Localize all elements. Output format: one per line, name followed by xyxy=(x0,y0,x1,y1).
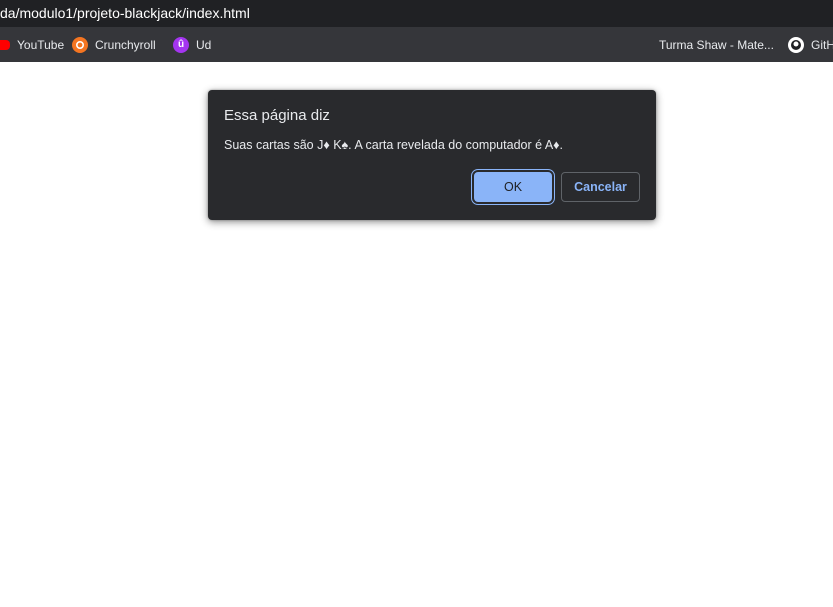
bookmark-crunchyroll[interactable]: Crunchyroll xyxy=(72,27,156,62)
page-content: Essa página diz Suas cartas são J♦ K♠. A… xyxy=(0,62,833,607)
bookmark-label: Turma Shaw - Mate... xyxy=(659,37,774,52)
bookmark-label: YouTube xyxy=(17,37,65,52)
bookmark-github[interactable]: GitH xyxy=(788,27,833,62)
bookmark-label: Crunchyroll xyxy=(95,37,156,52)
crunchyroll-icon xyxy=(72,36,88,53)
bookmark-youtube[interactable]: YouTube xyxy=(0,27,64,62)
ok-button[interactable]: OK xyxy=(474,172,552,202)
address-bar[interactable]: da/modulo1/projeto-blackjack/index.html xyxy=(0,0,833,27)
bookmark-label: GitH xyxy=(811,37,833,52)
bookmarks-bar: YouTube Crunchyroll û Ud Turma Shaw - Ma… xyxy=(0,27,833,62)
bookmark-turma-shaw[interactable]: Turma Shaw - Mate... xyxy=(659,27,774,62)
bookmark-udemy[interactable]: û Ud xyxy=(173,27,211,62)
github-icon xyxy=(788,36,804,53)
dialog-message: Suas cartas são J♦ K♠. A carta revelada … xyxy=(224,138,564,152)
bookmark-label: Ud xyxy=(196,37,212,52)
udemy-icon: û xyxy=(173,36,189,53)
url-text[interactable]: da/modulo1/projeto-blackjack/index.html xyxy=(0,0,250,27)
cancel-button[interactable]: Cancelar xyxy=(561,172,640,202)
youtube-icon xyxy=(0,39,10,50)
alert-dialog: Essa página diz Suas cartas são J♦ K♠. A… xyxy=(208,90,656,220)
dialog-title: Essa página diz xyxy=(224,107,330,124)
